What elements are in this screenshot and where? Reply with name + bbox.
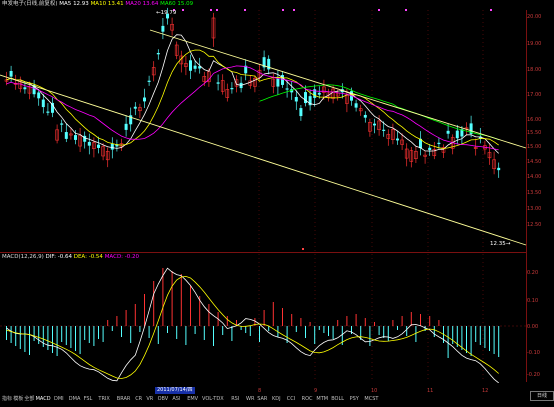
indicator-tab-9[interactable]: CR — [135, 396, 142, 403]
candle-body-down — [37, 92, 41, 99]
indicator-tab-5[interactable]: DMA — [69, 396, 81, 403]
channel-upper-line — [149, 29, 527, 149]
candle-body-down — [428, 147, 432, 151]
candle-body-down — [354, 103, 358, 108]
candle-body-down — [317, 92, 321, 95]
candle-body-down — [147, 80, 151, 82]
event-marker — [244, 9, 246, 11]
candle-body-down — [124, 123, 128, 130]
candle-body-down — [193, 65, 197, 69]
event-marker — [378, 9, 380, 11]
date-tick: 8 — [258, 388, 262, 394]
candle-body-down — [9, 70, 13, 77]
indicator-tab-18[interactable]: KDJ — [272, 396, 281, 403]
indicator-tab-11[interactable]: OBV — [158, 396, 169, 403]
indicator-tab-21[interactable]: MTM — [316, 396, 328, 403]
candle-body-down — [143, 97, 146, 102]
candle-body-down — [97, 144, 100, 148]
indicator-tab-19[interactable]: CCI — [287, 396, 295, 403]
event-marker — [282, 9, 284, 11]
candle-body-down — [373, 123, 376, 126]
candle-body-down — [161, 25, 165, 32]
event-marker — [216, 9, 218, 11]
event-marker — [182, 9, 184, 11]
indicator-tab-10[interactable]: VR — [146, 396, 153, 403]
indicator-tab-13[interactable]: EMV — [187, 396, 198, 403]
candle-body-down — [396, 138, 399, 141]
indicator-tab-4[interactable]: DMI — [54, 396, 64, 403]
candle-body-down — [363, 114, 367, 118]
indicator-tab-3[interactable]: MACD — [36, 396, 51, 403]
dif-line — [6, 267, 499, 384]
candle-body-down — [455, 130, 459, 139]
indicator-tab-15[interactable]: RSI — [231, 396, 239, 403]
candle-body-down — [294, 96, 298, 102]
candle-body-down — [285, 88, 289, 90]
candle-body-down — [110, 143, 114, 150]
candle-body-down — [299, 108, 303, 117]
candle-body-down — [230, 88, 234, 90]
event-marker — [210, 9, 212, 11]
cursor-marker — [302, 248, 304, 250]
candle-body-down — [87, 141, 91, 146]
channel-lower-line — [0, 74, 527, 246]
candle-body-down — [276, 78, 280, 87]
low-price-label: 12.35→ — [490, 241, 511, 247]
indicator-tab-22[interactable]: BOLL — [331, 396, 344, 403]
indicator-tab-24[interactable]: MCST — [364, 396, 378, 403]
date-tick: 11 — [427, 388, 434, 394]
event-marker — [293, 9, 295, 11]
date-cursor-label: 2011/07/14/四 — [155, 387, 195, 394]
candle-body-down — [216, 82, 220, 84]
candle-body-down — [46, 111, 50, 113]
indicator-tab-17[interactable]: SAR — [257, 396, 267, 403]
indicator-tab-23[interactable]: PSY — [350, 396, 359, 403]
indicator-tab-2[interactable]: 全部 — [24, 396, 34, 403]
candle-body-down — [74, 135, 77, 140]
indicator-tab-12[interactable]: ASI — [172, 396, 180, 403]
indicator-tab-16[interactable]: WR — [246, 396, 254, 403]
bottom-toolbar — [0, 383, 554, 407]
candle-body-down — [60, 123, 64, 125]
candle-body-down — [133, 106, 137, 109]
indicator-tab-14[interactable]: VOL-TDX — [202, 396, 224, 403]
indicator-tab-20[interactable]: ROC — [302, 396, 313, 403]
event-marker — [405, 9, 407, 11]
indicator-tab-8[interactable]: BRAR — [117, 396, 131, 403]
candle-body-down — [41, 99, 45, 108]
price-chart-canvas[interactable]: ←19.79 12.35→ — [0, 0, 554, 407]
candle-body-down — [64, 132, 68, 139]
date-tick: 9 — [314, 388, 318, 394]
candle-body-down — [189, 60, 192, 71]
stock-chart-window[interactable]: 申发电子(日线,前复权) MA5 12.93 MA10 13.41 MA20 1… — [0, 0, 554, 407]
date-tick: 12 — [482, 388, 489, 394]
indicator-tab-0[interactable]: 指标 — [2, 396, 12, 403]
high-price-label: ←19.79 — [156, 10, 177, 16]
candle-body-down — [497, 167, 501, 171]
candle-body-down — [23, 87, 27, 90]
event-marker — [490, 9, 492, 11]
period-tab-daily[interactable]: 日线 — [530, 391, 554, 401]
indicator-tab-1[interactable]: 模板 — [13, 396, 23, 403]
indicator-tab-6[interactable]: FSL — [84, 396, 93, 403]
candle-body-down — [446, 130, 450, 134]
candle-body-down — [382, 129, 386, 131]
candle-body-down — [437, 142, 441, 145]
candle-body-down — [156, 52, 160, 55]
indicator-tab-7[interactable]: TRIX — [98, 396, 109, 403]
date-tick: 10 — [371, 388, 378, 394]
